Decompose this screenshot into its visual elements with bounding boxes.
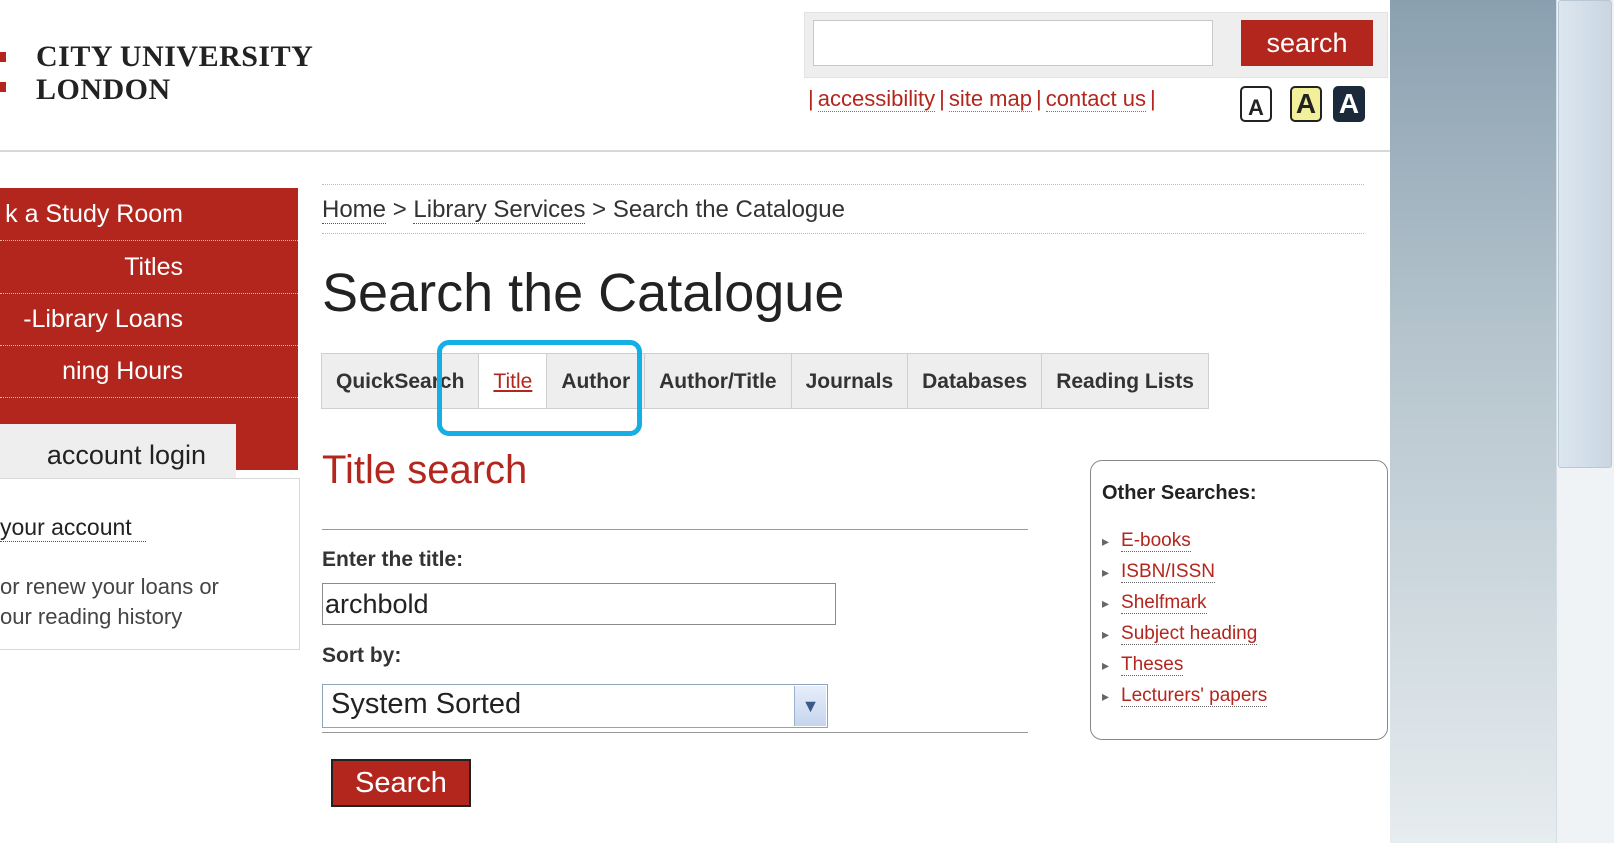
other-search-label: Shelfmark (1121, 592, 1207, 614)
form-title: Title search (322, 448, 528, 492)
logo-line-2: LONDON (36, 73, 171, 106)
breadcrumb-separator: > (592, 196, 607, 223)
breadcrumb-current: Search the Catalogue (612, 196, 845, 223)
bullet-icon: ▸ (1102, 533, 1110, 549)
bullet-icon: ▸ (1102, 626, 1110, 642)
tab-reading-lists[interactable]: Reading Lists (1042, 354, 1208, 408)
chevron-down-icon[interactable]: ▼ (794, 686, 826, 726)
form-divider-bottom (322, 732, 1028, 733)
breadcrumb-separator: > (392, 196, 407, 223)
catalogue-search-button[interactable]: Search (331, 759, 471, 807)
other-search-label: Theses (1121, 654, 1184, 676)
university-logo-icon (0, 52, 6, 92)
bullet-icon: ▸ (1102, 688, 1110, 704)
sidebar-item-label: ning Hours (62, 357, 183, 385)
account-description: or renew your loans or our reading histo… (0, 574, 219, 629)
site-search-button[interactable]: search (1241, 20, 1373, 66)
account-login-tab[interactable]: account login (0, 424, 236, 480)
other-search-label: E-books (1121, 530, 1191, 552)
font-size-small-button[interactable]: A (1240, 86, 1272, 122)
tab-databases[interactable]: Databases (908, 354, 1043, 408)
other-search-label: Subject heading (1121, 623, 1258, 645)
annotation-highlight-box (437, 340, 642, 436)
university-logo[interactable]: CITY UNIVERSITY LONDON (36, 40, 313, 106)
other-search-subject-heading[interactable]: ▸ Subject heading (1102, 623, 1258, 645)
sidebar-item-label: Titles (124, 253, 183, 281)
breadcrumb-home-link[interactable]: Home (322, 196, 387, 224)
accessibility-link[interactable]: accessibility (817, 86, 936, 112)
form-divider-top (322, 529, 1028, 530)
site-search-input[interactable] (813, 20, 1213, 66)
other-search-shelfmark[interactable]: ▸ Shelfmark (1102, 592, 1207, 614)
account-login-label: account login (46, 440, 206, 470)
breadcrumb-divider-bottom (322, 233, 1364, 234)
site-map-link[interactable]: site map (948, 86, 1032, 112)
sidebar-item-titles[interactable]: Titles (0, 241, 298, 294)
bullet-icon: ▸ (1102, 657, 1110, 673)
title-search-input[interactable] (322, 583, 836, 625)
sidebar-item-label: -Library Loans (23, 305, 183, 333)
sort-by-selected-value: System Sorted (331, 688, 522, 720)
breadcrumb: Home > Library Services > Search the Cat… (322, 196, 845, 224)
other-search-isbn[interactable]: ▸ ISBN/ISSN (1102, 561, 1216, 583)
title-field-label: Enter the title: (322, 548, 464, 571)
other-search-theses[interactable]: ▸ Theses (1102, 654, 1184, 676)
other-search-label: Lecturers' papers (1121, 685, 1268, 707)
sidebar-item-library-loans[interactable]: -Library Loans (0, 293, 298, 346)
page-title: Search the Catalogue (322, 263, 845, 323)
sidebar-item-label: k a Study Room (5, 200, 183, 228)
font-size-medium-button[interactable]: A (1290, 86, 1322, 122)
breadcrumb-library-services-link[interactable]: Library Services (413, 196, 586, 224)
sort-by-label: Sort by: (322, 644, 402, 667)
logo-line-1: CITY UNIVERSITY (36, 40, 314, 73)
sidebar-item-study-room[interactable]: k a Study Room (0, 188, 298, 241)
tab-author-title[interactable]: Author/Title (645, 354, 792, 408)
breadcrumb-divider-top (322, 184, 1364, 185)
your-account-link-label: your account (0, 514, 132, 540)
scrollbar-thumb[interactable] (1558, 0, 1612, 468)
tab-journals[interactable]: Journals (792, 354, 909, 408)
other-search-lecturers-papers[interactable]: ▸ Lecturers' papers (1102, 685, 1268, 707)
bullet-icon: ▸ (1102, 595, 1110, 611)
sidebar-item-opening-hours[interactable]: ning Hours (0, 345, 298, 398)
font-size-large-button[interactable]: A (1333, 86, 1365, 122)
contact-us-link[interactable]: contact us (1045, 86, 1146, 112)
your-account-link[interactable]: your account (0, 514, 146, 542)
utility-links: | accessibility | site map | contact us | (808, 86, 1156, 112)
other-search-ebooks[interactable]: ▸ E-books (1102, 530, 1191, 552)
bullet-icon: ▸ (1102, 564, 1110, 580)
other-searches-title: Other Searches: (1102, 482, 1257, 504)
other-search-label: ISBN/ISSN (1121, 561, 1216, 583)
